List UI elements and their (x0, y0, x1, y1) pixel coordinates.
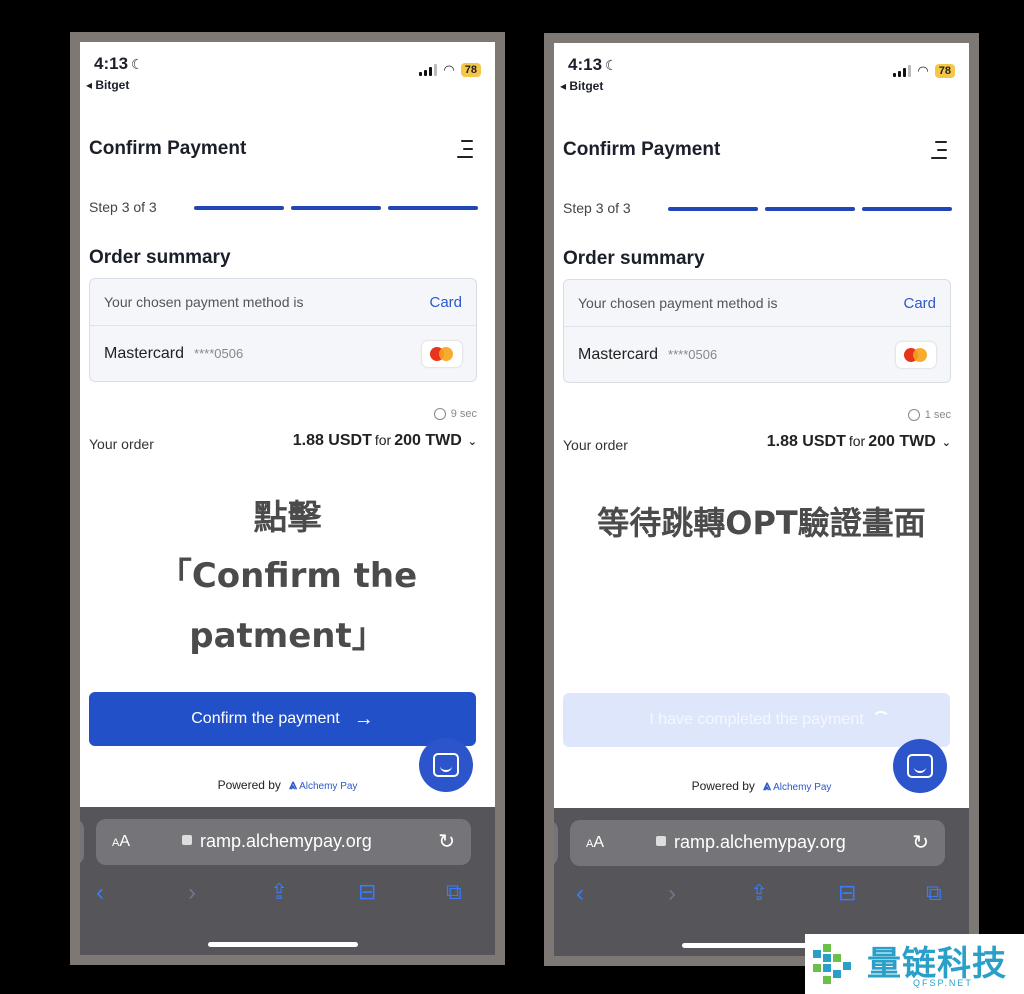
back-to-app-link[interactable]: ◂ Bitget (560, 79, 603, 93)
moon-icon: ☾ (605, 57, 618, 73)
quote-timer: 1 sec (907, 409, 951, 421)
browser-nav: ‹ › ⇪ ⊟ ⧉ (554, 880, 969, 910)
your-order-label: Your order (563, 437, 628, 453)
battery-indicator: 78 (460, 63, 481, 77)
payment-method-card: Your chosen payment method is Card Maste… (89, 278, 477, 382)
address-bar[interactable]: AA ramp.alchemypay.org ↻ (96, 819, 471, 865)
forward-icon[interactable]: › (668, 880, 676, 908)
payment-method-link[interactable]: Card (903, 295, 936, 312)
page-title: Confirm Payment (89, 138, 247, 159)
left-screen: 4:13 ☾ ◂ Bitget ◠ 78 Confirm Payment Step… (80, 42, 495, 955)
payment-method-link[interactable]: Card (429, 294, 462, 311)
status-time: 4:13 (568, 55, 603, 74)
reload-icon[interactable]: ↻ (912, 830, 929, 855)
reload-icon[interactable]: ↻ (438, 829, 455, 854)
reader-settings-button[interactable]: AA (112, 833, 130, 851)
wifi-icon: ◠ (443, 62, 455, 77)
watermark: 量链科技 QFSP.NET (805, 934, 1024, 994)
order-amount[interactable]: 1.88 USDT for 200 TWD ⌄ (767, 433, 951, 451)
previous-tab-edge[interactable] (554, 820, 558, 866)
status-icons: ◠ 78 (893, 63, 955, 79)
card-name: Mastercard (104, 344, 185, 362)
browser-nav: ‹ › ⇪ ⊟ ⧉ (80, 879, 495, 909)
lock-icon (656, 836, 666, 846)
arrow-right-icon: → (353, 707, 374, 730)
status-icons: ◠ 78 (419, 62, 481, 78)
menu-icon[interactable] (931, 141, 947, 165)
url-text: ramp.alchemypay.org (674, 832, 846, 852)
address-bar[interactable]: AA ramp.alchemypay.org ↻ (570, 820, 945, 866)
forward-icon[interactable]: › (188, 879, 196, 907)
signal-icon (893, 65, 912, 77)
progress-bars (194, 206, 478, 210)
chat-icon (907, 754, 933, 778)
status-bar: 4:13 ☾ ◂ Bitget ◠ 78 (554, 43, 969, 103)
progress-bars (668, 207, 952, 211)
chevron-down-icon: ⌄ (467, 436, 477, 448)
tabs-icon[interactable]: ⧉ (926, 880, 942, 906)
reader-settings-button[interactable]: AA (586, 834, 604, 852)
moon-icon: ☾ (131, 56, 144, 72)
mastercard-icon (896, 341, 936, 368)
step-indicator: Step 3 of 3 (89, 199, 157, 215)
status-time: 4:13 (94, 54, 129, 73)
card-mask: ****0506 (668, 346, 718, 362)
payment-method-label: Your chosen payment method is (578, 295, 778, 311)
loading-spinner-icon (872, 711, 890, 729)
watermark-sub: QFSP.NET (913, 978, 973, 988)
chat-support-button[interactable] (419, 738, 473, 792)
menu-icon[interactable] (457, 140, 473, 164)
lock-icon (182, 835, 192, 845)
clock-icon (907, 409, 920, 421)
share-icon[interactable]: ⇪ (270, 879, 288, 905)
chat-icon (433, 753, 459, 777)
order-amount[interactable]: 1.88 USDT for 200 TWD ⌄ (293, 432, 477, 450)
card-name: Mastercard (578, 345, 659, 363)
chevron-down-icon: ⌄ (941, 437, 951, 449)
bookmarks-icon[interactable]: ⊟ (838, 880, 856, 906)
order-summary-heading: Order summary (89, 247, 231, 268)
previous-tab-edge[interactable] (80, 819, 84, 865)
clock-icon (433, 408, 446, 420)
alchemy-pay-logo: ⩓ Alchemy Pay (762, 777, 832, 793)
step-indicator: Step 3 of 3 (563, 200, 631, 216)
payment-method-card: Your chosen payment method is Card Maste… (563, 279, 951, 383)
back-icon[interactable]: ‹ (96, 879, 104, 907)
payment-method-label: Your chosen payment method is (104, 294, 304, 310)
back-to-app-link[interactable]: ◂ Bitget (86, 78, 129, 92)
confirm-payment-button[interactable]: Confirm the payment → (89, 692, 476, 746)
home-indicator (208, 942, 358, 947)
safari-toolbar: AA ramp.alchemypay.org ↻ ‹ › ⇪ ⊟ ⧉ (80, 807, 495, 955)
completed-payment-button[interactable]: I have completed the payment (563, 693, 950, 747)
annotation-line-2: 「Confirm the (157, 556, 418, 596)
quote-timer: 9 sec (433, 408, 477, 420)
share-icon[interactable]: ⇪ (750, 880, 768, 906)
chat-support-button[interactable] (893, 739, 947, 793)
annotation-line-1: 點擊 (253, 498, 322, 538)
right-phone: 4:13 ☾ ◂ Bitget ◠ 78 Confirm Payment Step… (544, 33, 979, 966)
signal-icon (419, 64, 438, 76)
page-title: Confirm Payment (563, 139, 721, 160)
right-screen: 4:13 ☾ ◂ Bitget ◠ 78 Confirm Payment Step… (554, 43, 969, 956)
card-mask: ****0506 (194, 345, 244, 361)
order-summary-heading: Order summary (563, 248, 705, 269)
annotation-text: 等待跳轉OPT驗證畫面 (597, 504, 926, 542)
tabs-icon[interactable]: ⧉ (446, 879, 462, 905)
status-bar: 4:13 ☾ ◂ Bitget ◠ 78 (80, 42, 495, 102)
bookmarks-icon[interactable]: ⊟ (358, 879, 376, 905)
left-phone: 4:13 ☾ ◂ Bitget ◠ 78 Confirm Payment Step… (70, 32, 505, 965)
wifi-icon: ◠ (917, 63, 929, 78)
mastercard-icon (422, 340, 462, 367)
annotation-line-3: patment」 (189, 616, 386, 656)
back-icon[interactable]: ‹ (576, 880, 584, 908)
watermark-logo-icon (813, 944, 851, 984)
alchemy-pay-logo: ⩓ Alchemy Pay (288, 776, 358, 792)
battery-indicator: 78 (934, 64, 955, 78)
url-text: ramp.alchemypay.org (200, 831, 372, 851)
your-order-label: Your order (89, 436, 154, 452)
